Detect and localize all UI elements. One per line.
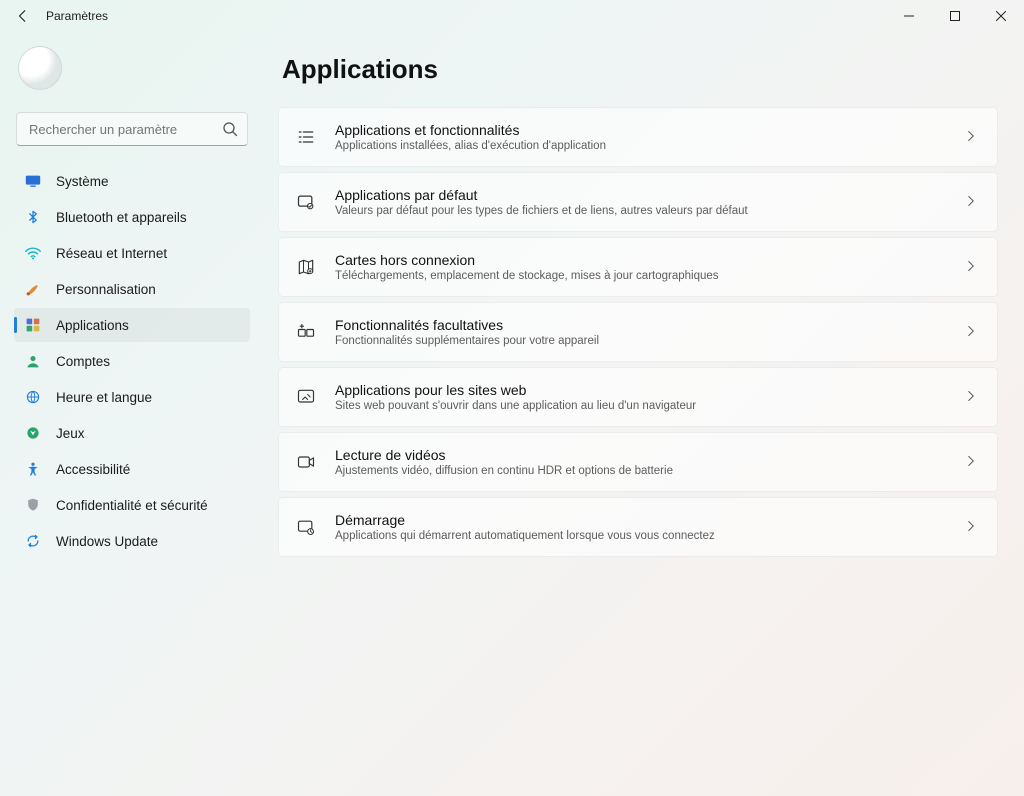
accounts-icon [24,352,42,370]
card-subtitle: Sites web pouvant s'ouvrir dans une appl… [335,400,947,412]
sidebar-item-label: Applications [56,318,129,333]
games-icon [24,424,42,442]
sidebar-item-games[interactable]: Jeux [14,416,250,450]
sidebar-item-accessibility[interactable]: Accessibilité [14,452,250,486]
sidebar-item-time-language[interactable]: Heure et langue [14,380,250,414]
sidebar-item-label: Bluetooth et appareils [56,210,187,225]
optional-features-icon [295,321,317,343]
sidebar-item-system[interactable]: Système [14,164,250,198]
card-optional-features[interactable]: Fonctionnalités facultatives Fonctionnal… [278,302,998,362]
update-icon [24,532,42,550]
startup-icon [295,516,317,538]
back-button[interactable] [14,7,32,25]
card-subtitle: Valeurs par défaut pour les types de fic… [335,205,947,217]
chevron-right-icon [965,520,979,534]
window-controls [886,0,1024,32]
sidebar-item-applications[interactable]: Applications [14,308,250,342]
profile-area[interactable] [14,40,250,102]
sidebar-item-label: Comptes [56,354,110,369]
card-startup[interactable]: Démarrage Applications qui démarrent aut… [278,497,998,557]
search-icon [222,121,238,137]
chevron-right-icon [965,390,979,404]
card-title: Cartes hors connexion [335,252,947,268]
minimize-button[interactable] [886,0,932,32]
main-content: Applications Applications et fonctionnal… [260,32,1024,796]
card-title: Applications par défaut [335,187,947,203]
card-title: Applications pour les sites web [335,382,947,398]
default-apps-icon [295,191,317,213]
sidebar-item-label: Système [56,174,109,189]
sidebar: Système Bluetooth et appareils Réseau et… [0,32,260,796]
card-offline-maps[interactable]: Cartes hors connexion Téléchargements, e… [278,237,998,297]
card-apps-features[interactable]: Applications et fonctionnalités Applicat… [278,107,998,167]
sidebar-item-label: Accessibilité [56,462,130,477]
sidebar-item-label: Confidentialité et sécurité [56,498,208,513]
page-title: Applications [282,54,998,85]
system-icon [24,172,42,190]
card-subtitle: Fonctionnalités supplémentaires pour vot… [335,335,947,347]
sidebar-item-accounts[interactable]: Comptes [14,344,250,378]
card-default-apps[interactable]: Applications par défaut Valeurs par défa… [278,172,998,232]
chevron-right-icon [965,325,979,339]
card-title: Lecture de vidéos [335,447,947,463]
sidebar-item-update[interactable]: Windows Update [14,524,250,558]
titlebar: Paramètres [0,0,1024,32]
sidebar-item-personalization[interactable]: Personnalisation [14,272,250,306]
window-title: Paramètres [46,9,108,23]
settings-cards: Applications et fonctionnalités Applicat… [278,107,998,557]
globe-icon [24,388,42,406]
wifi-icon [24,244,42,262]
website-apps-icon [295,386,317,408]
sidebar-item-label: Réseau et Internet [56,246,167,261]
sidebar-item-label: Heure et langue [56,390,152,405]
card-subtitle: Téléchargements, emplacement de stockage… [335,270,947,282]
search-input[interactable] [16,112,248,146]
brush-icon [24,280,42,298]
card-video-playback[interactable]: Lecture de vidéos Ajustements vidéo, dif… [278,432,998,492]
chevron-right-icon [965,195,979,209]
chevron-right-icon [965,260,979,274]
video-icon [295,451,317,473]
chevron-right-icon [965,130,979,144]
close-button[interactable] [978,0,1024,32]
avatar [18,46,62,90]
sidebar-item-label: Windows Update [56,534,158,549]
sidebar-item-bluetooth[interactable]: Bluetooth et appareils [14,200,250,234]
sidebar-item-privacy[interactable]: Confidentialité et sécurité [14,488,250,522]
card-title: Démarrage [335,512,947,528]
bluetooth-icon [24,208,42,226]
chevron-right-icon [965,455,979,469]
card-subtitle: Applications installées, alias d'exécuti… [335,140,947,152]
sidebar-item-network[interactable]: Réseau et Internet [14,236,250,270]
search-box [16,112,248,146]
card-subtitle: Applications qui démarrent automatiqueme… [335,530,947,542]
shield-icon [24,496,42,514]
list-icon [295,126,317,148]
sidebar-item-label: Personnalisation [56,282,156,297]
sidebar-item-label: Jeux [56,426,85,441]
card-subtitle: Ajustements vidéo, diffusion en continu … [335,465,947,477]
card-title: Applications et fonctionnalités [335,122,947,138]
map-icon [295,256,317,278]
maximize-button[interactable] [932,0,978,32]
card-apps-for-websites[interactable]: Applications pour les sites web Sites we… [278,367,998,427]
card-title: Fonctionnalités facultatives [335,317,947,333]
nav: Système Bluetooth et appareils Réseau et… [14,164,250,558]
apps-icon [24,316,42,334]
accessibility-icon [24,460,42,478]
